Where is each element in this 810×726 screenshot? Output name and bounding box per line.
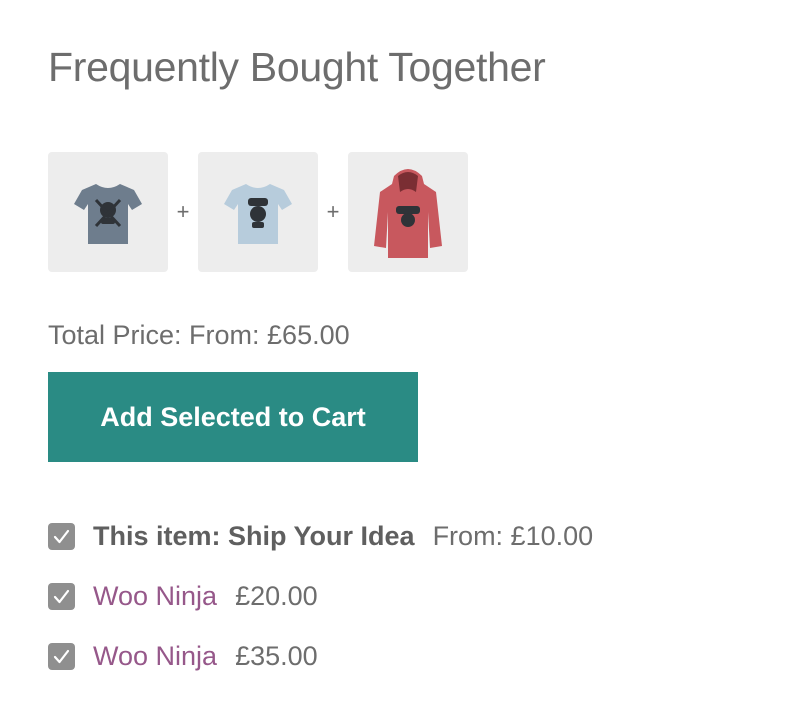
checkmark-icon — [53, 529, 70, 543]
product-thumbnail[interactable] — [48, 152, 168, 272]
plus-separator: + — [176, 199, 190, 224]
product-checklist: This item: Ship Your Idea From: £10.00 W… — [48, 506, 593, 686]
list-item: Woo Ninja £20.00 — [48, 566, 593, 626]
add-selected-to-cart-button[interactable]: Add Selected to Cart — [48, 372, 418, 462]
tshirt-icon — [74, 184, 142, 244]
item-price: £20.00 — [235, 580, 318, 611]
product-thumbnail[interactable] — [198, 152, 318, 272]
list-item: This item: Ship Your Idea From: £10.00 — [48, 506, 593, 566]
product-thumbnails: + + — [48, 152, 468, 272]
checkmark-icon — [53, 649, 70, 663]
plus-separator: + — [326, 199, 340, 224]
product-thumbnail[interactable] — [348, 152, 468, 272]
item-price: From: £10.00 — [432, 520, 594, 551]
item-checkbox[interactable] — [48, 642, 75, 670]
hoodie-icon — [374, 169, 442, 258]
item-link[interactable]: Woo Ninja — [93, 581, 217, 612]
item-link[interactable]: Woo Ninja — [93, 641, 217, 672]
total-price: Total Price: From: £65.00 — [48, 320, 350, 350]
checkmark-icon — [53, 589, 70, 603]
item-name: This item: Ship Your Idea — [93, 520, 415, 551]
item-price: £35.00 — [235, 640, 318, 671]
section-title: Frequently Bought Together — [48, 44, 546, 90]
item-checkbox[interactable] — [48, 522, 75, 550]
tshirt-icon — [224, 184, 292, 244]
item-checkbox[interactable] — [48, 582, 75, 610]
list-item: Woo Ninja £35.00 — [48, 626, 593, 686]
